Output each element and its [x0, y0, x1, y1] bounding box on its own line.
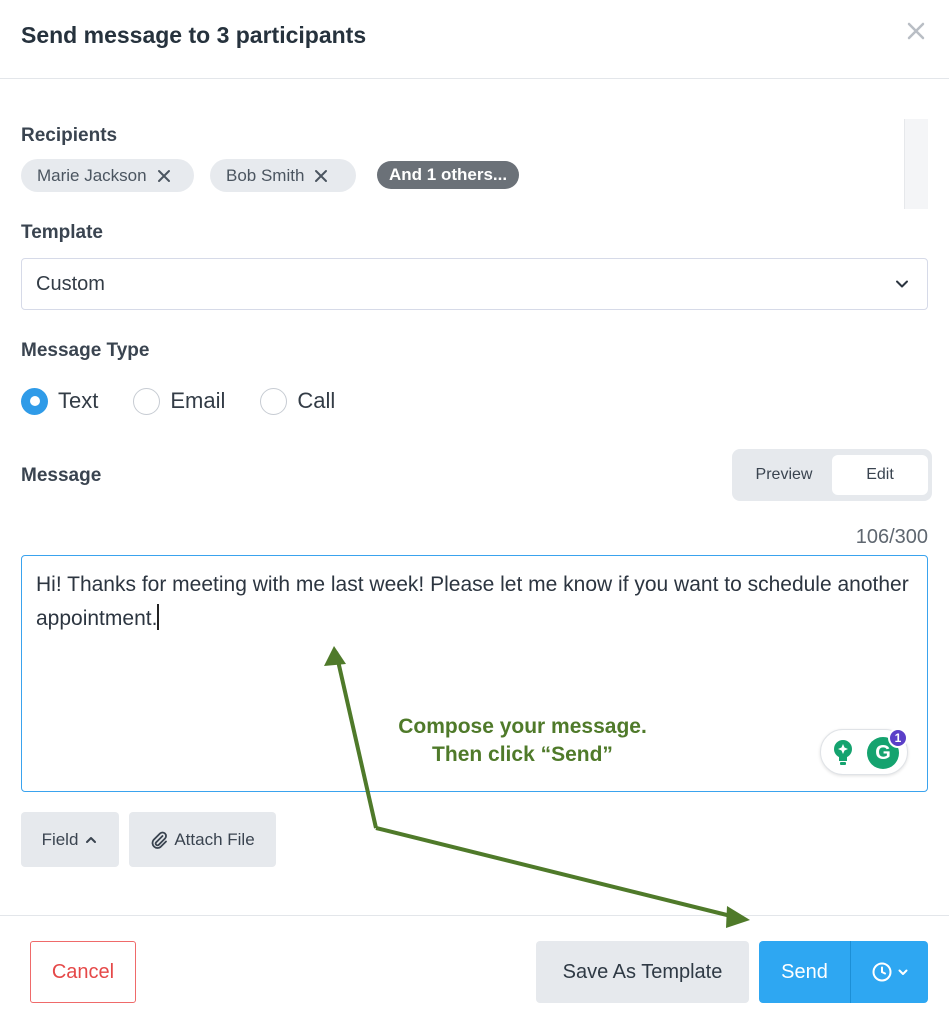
- recipient-chip: Marie Jackson: [21, 159, 194, 192]
- lightbulb-icon: [834, 740, 852, 765]
- radio-unselected-icon: [133, 387, 161, 415]
- radio-selected-icon: [21, 387, 48, 415]
- scrollbar[interactable]: [904, 119, 928, 209]
- annotation-callout: Compose your message. Then click “Send”: [340, 713, 705, 769]
- annotation-arrows: [324, 646, 750, 928]
- close-icon[interactable]: [905, 20, 927, 42]
- radio-label: Call: [297, 388, 336, 413]
- arrow-to-send: [375, 826, 736, 919]
- message-label: Message: [21, 465, 102, 486]
- recipients-label: Recipients: [21, 125, 118, 146]
- text-caret: [157, 604, 159, 630]
- remove-icon[interactable]: [314, 169, 328, 183]
- footer-divider: [0, 915, 949, 916]
- grammarly-widget[interactable]: G 1: [820, 728, 908, 775]
- chevron-down-icon: [896, 280, 908, 288]
- radio-label: Text: [58, 388, 99, 413]
- field-button[interactable]: Field: [21, 812, 119, 867]
- recipient-chip-label: Bob Smith: [226, 165, 305, 185]
- save-as-template-button[interactable]: Save As Template: [536, 941, 749, 1003]
- radio-label: Email: [170, 388, 226, 413]
- attach-file-button[interactable]: Attach File: [129, 812, 276, 867]
- more-recipients-badge[interactable]: And 1 others...: [377, 161, 520, 189]
- chevron-up-icon: [86, 836, 97, 843]
- dialog-header: Send message to 3 participants: [0, 0, 949, 79]
- preview-edit-toggle: Preview Edit: [732, 449, 932, 501]
- attach-file-label: Attach File: [174, 829, 255, 849]
- recipient-chip-label: Marie Jackson: [37, 165, 147, 185]
- message-type-radio-group: Text Email Call: [21, 386, 370, 416]
- paperclip-icon: [151, 831, 168, 849]
- preview-tab[interactable]: Preview: [736, 455, 832, 495]
- radio-email[interactable]: Email: [133, 387, 226, 415]
- arrow-head-right: [726, 906, 750, 928]
- schedule-send-button[interactable]: [850, 941, 928, 1003]
- message-type-label: Message Type: [21, 340, 150, 361]
- notification-badge: 1: [888, 728, 908, 748]
- cancel-button[interactable]: Cancel: [30, 941, 136, 1003]
- radio-unselected-icon: [260, 387, 288, 415]
- template-select-value: Custom: [36, 272, 105, 295]
- radio-call[interactable]: Call: [260, 387, 336, 415]
- template-select[interactable]: Custom: [21, 258, 928, 310]
- annotation-line: Then click “Send”: [432, 743, 613, 766]
- send-button[interactable]: Send: [759, 941, 850, 1003]
- template-label: Template: [21, 222, 104, 243]
- edit-tab[interactable]: Edit: [832, 455, 928, 495]
- radio-text[interactable]: Text: [21, 387, 99, 415]
- recipient-chip: Bob Smith: [210, 159, 356, 192]
- dialog-title: Send message to 3 participants: [21, 22, 367, 48]
- message-text: Hi! Thanks for meeting with me last week…: [36, 573, 909, 630]
- clock-icon: [872, 962, 891, 982]
- annotation-line: Compose your message.: [398, 715, 647, 738]
- character-counter: 106/300: [855, 526, 928, 548]
- field-button-label: Field: [41, 829, 79, 849]
- remove-icon[interactable]: [157, 169, 171, 183]
- chevron-down-icon: [898, 969, 907, 975]
